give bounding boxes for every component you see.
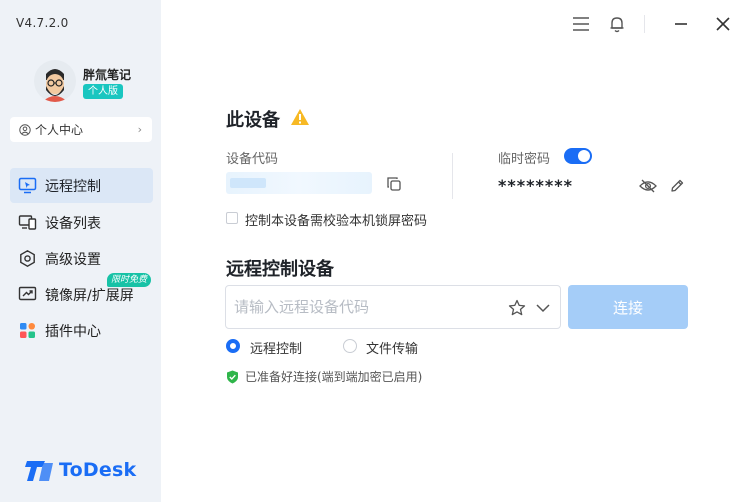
bell-icon <box>610 17 624 33</box>
chevron-right-icon: › <box>137 123 142 136</box>
toggle-visibility-button[interactable] <box>639 178 657 198</box>
notification-button[interactable] <box>606 13 628 35</box>
copy-button[interactable] <box>386 176 402 196</box>
personal-center-label: 个人中心 <box>35 123 84 137</box>
avatar[interactable] <box>34 60 76 102</box>
edit-password-button[interactable] <box>669 178 685 198</box>
mode-label-remote-control[interactable]: 远程控制 <box>250 338 302 357</box>
close-icon <box>716 17 730 31</box>
lock-screen-checkbox[interactable] <box>226 212 238 224</box>
todesk-logo-icon <box>25 461 53 481</box>
avatar-illustration-icon <box>34 60 76 102</box>
menu-button[interactable] <box>570 13 592 35</box>
sidebar-item-advanced-settings[interactable]: 高级设置 <box>10 241 153 276</box>
mirror-screen-icon <box>18 285 37 304</box>
this-device-title: 此设备 <box>226 110 280 131</box>
favorite-button[interactable] <box>507 298 527 318</box>
mode-label-file-transfer[interactable]: 文件传输 <box>366 338 418 357</box>
connection-status: 已准备好连接(端到端加密已启用) <box>226 368 422 385</box>
pencil-icon <box>671 179 684 192</box>
device-code-value[interactable] <box>226 172 372 194</box>
todesk-window: V4.7.2.0 胖氚笔记 个人版 个人中心 › 远程控制 设备列表 高级设置 … <box>0 0 751 502</box>
eye-off-icon <box>639 179 657 193</box>
history-dropdown-button[interactable] <box>533 298 553 318</box>
version-label: V4.7.2.0 <box>16 16 69 30</box>
sidebar-item-label: 高级设置 <box>45 251 101 268</box>
minimize-button[interactable] <box>670 13 692 35</box>
promo-badge: 限时免费 <box>107 273 152 287</box>
minimize-icon <box>675 23 687 25</box>
edition-badge: 个人版 <box>83 84 123 99</box>
titlebar-divider <box>644 15 645 33</box>
mode-radio-remote-control[interactable] <box>226 339 240 353</box>
sidebar-item-label: 远程控制 <box>45 178 101 195</box>
logo-text: ToDesk <box>59 459 137 481</box>
plugin-center-icon <box>18 321 37 340</box>
section-divider <box>452 153 453 199</box>
lock-screen-check-label[interactable]: 控制本设备需校验本机锁屏密码 <box>245 210 427 229</box>
settings-icon <box>18 249 37 268</box>
sidebar-item-remote-control[interactable]: 远程控制 <box>10 168 153 203</box>
device-code-label: 设备代码 <box>226 152 279 167</box>
device-code-mask <box>230 178 266 188</box>
mode-radio-file-transfer[interactable] <box>343 339 357 353</box>
sidebar-item-plugin-center[interactable]: 插件中心 <box>10 313 153 348</box>
user-circle-icon <box>19 123 31 136</box>
remote-control-title: 远程控制设备 <box>226 259 334 280</box>
connection-status-text: 已准备好连接(端到端加密已启用) <box>245 370 423 384</box>
sidebar-item-label: 插件中心 <box>45 323 101 340</box>
remote-device-code-input[interactable] <box>234 298 504 316</box>
copy-icon <box>387 177 401 191</box>
remote-device-code-field[interactable] <box>225 285 561 329</box>
connect-button[interactable]: 连接 <box>568 285 688 329</box>
temp-password-label: 临时密码 <box>498 152 551 167</box>
remote-control-icon <box>18 176 37 195</box>
warning-icon[interactable] <box>290 108 310 126</box>
sidebar-item-label: 设备列表 <box>45 215 101 232</box>
shield-check-icon <box>227 370 238 383</box>
menu-icon <box>573 17 589 31</box>
temp-password-value: ******** <box>498 176 573 195</box>
temp-password-toggle[interactable] <box>564 148 592 164</box>
close-button[interactable] <box>712 13 734 35</box>
user-name: 胖氚笔记 <box>83 68 132 82</box>
sidebar-item-label: 镜像屏/扩展屏 <box>45 287 134 304</box>
sidebar-item-device-list[interactable]: 设备列表 <box>10 205 153 240</box>
chevron-down-icon <box>536 304 550 313</box>
device-list-icon <box>18 213 37 232</box>
personal-center-button[interactable]: 个人中心 › <box>10 117 152 142</box>
sidebar: V4.7.2.0 胖氚笔记 个人版 个人中心 › 远程控制 设备列表 高级设置 … <box>0 0 161 502</box>
star-icon <box>508 299 526 316</box>
todesk-logo: ToDesk <box>25 457 136 483</box>
